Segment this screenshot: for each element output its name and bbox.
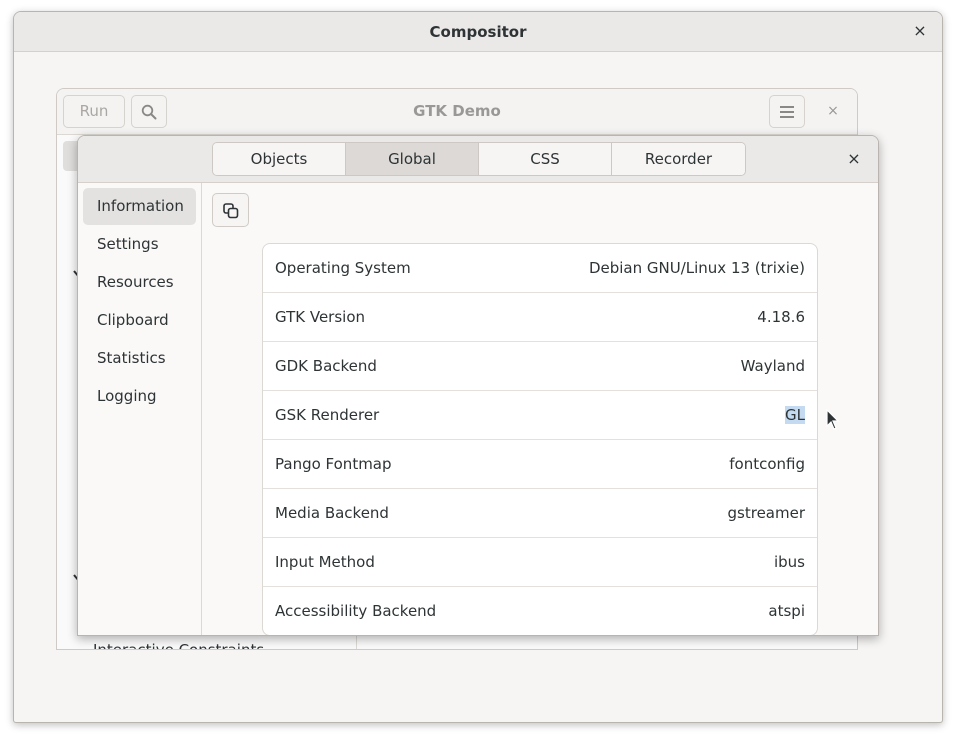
info-label: Pango Fontmap [275, 455, 392, 473]
info-label: GDK Backend [275, 357, 377, 375]
info-label: GSK Renderer [275, 406, 380, 424]
table-row: Pango Fontmap fontconfig [263, 440, 817, 489]
mouse-pointer-icon [826, 409, 840, 430]
info-label: Operating System [275, 259, 411, 277]
sidebar-item-settings[interactable]: Settings [83, 226, 196, 263]
copy-icon [223, 203, 239, 219]
main-menu-button[interactable] [769, 95, 805, 128]
info-label: Input Method [275, 553, 375, 571]
gtk-demo-close-icon[interactable]: × [823, 101, 843, 121]
information-panel: Operating System Debian GNU/Linux 13 (tr… [203, 183, 878, 635]
info-value[interactable]: fontconfig [729, 455, 805, 473]
tab-css[interactable]: CSS [479, 143, 612, 175]
table-row: Input Method ibus [263, 538, 817, 587]
info-label: GTK Version [275, 308, 366, 326]
sidebar-item-resources[interactable]: Resources [83, 264, 196, 301]
inspector-window: Objects Global CSS Recorder × Informatio… [77, 135, 879, 636]
compositor-header-bar: Compositor × [14, 12, 942, 52]
info-label: Accessibility Backend [275, 602, 437, 620]
inspector-sidebar: Information Settings Resources Clipboard… [78, 183, 202, 635]
info-value[interactable]: Debian GNU/Linux 13 (trixie) [589, 259, 805, 277]
info-label: Media Backend [275, 504, 389, 522]
gtk-demo-header-bar: Run GTK Demo × [57, 89, 857, 135]
info-value[interactable]: ibus [774, 553, 805, 571]
info-value-selected[interactable]: GL [785, 406, 805, 424]
system-info-list: Operating System Debian GNU/Linux 13 (tr… [262, 243, 818, 635]
compositor-title: Compositor [429, 23, 527, 41]
tab-global[interactable]: Global [346, 143, 479, 175]
table-row: GDK Backend Wayland [263, 342, 817, 391]
hamburger-menu-icon [780, 106, 794, 118]
info-value[interactable]: gstreamer [728, 504, 805, 522]
tab-recorder[interactable]: Recorder [612, 143, 745, 175]
sidebar-item-statistics[interactable]: Statistics [83, 340, 196, 377]
gtk-demo-title: GTK Demo [413, 102, 501, 120]
sidebar-item-clipboard[interactable]: Clipboard [83, 302, 196, 339]
copy-button[interactable] [212, 193, 249, 227]
table-row: GTK Version 4.18.6 [263, 293, 817, 342]
info-value[interactable]: 4.18.6 [757, 308, 805, 326]
sidebar-item-logging[interactable]: Logging [83, 378, 196, 415]
list-item[interactable]: Interactive Constraints [93, 641, 264, 649]
compositor-close-icon[interactable]: × [910, 21, 930, 41]
inspector-close-icon[interactable]: × [844, 149, 864, 169]
table-row: Media Backend gstreamer [263, 489, 817, 538]
table-row: Operating System Debian GNU/Linux 13 (tr… [263, 244, 817, 293]
table-row: Accessibility Backend atspi [263, 587, 817, 635]
info-value[interactable]: Wayland [741, 357, 805, 375]
tab-objects[interactable]: Objects [213, 143, 346, 175]
table-row: GSK Renderer GL [263, 391, 817, 440]
inspector-header-bar: Objects Global CSS Recorder × [78, 136, 878, 183]
sidebar-item-information[interactable]: Information [83, 188, 196, 225]
info-value[interactable]: atspi [768, 602, 805, 620]
inspector-tab-switcher: Objects Global CSS Recorder [212, 142, 746, 176]
